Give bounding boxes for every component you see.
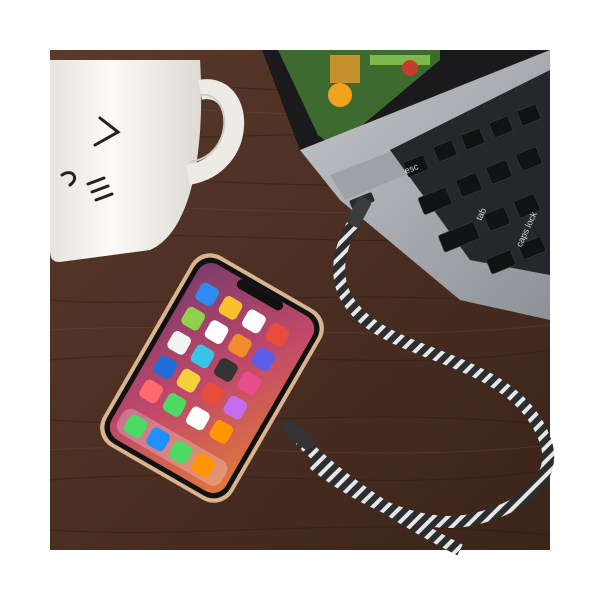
product-photo: esc tab caps lock xyxy=(0,0,600,600)
